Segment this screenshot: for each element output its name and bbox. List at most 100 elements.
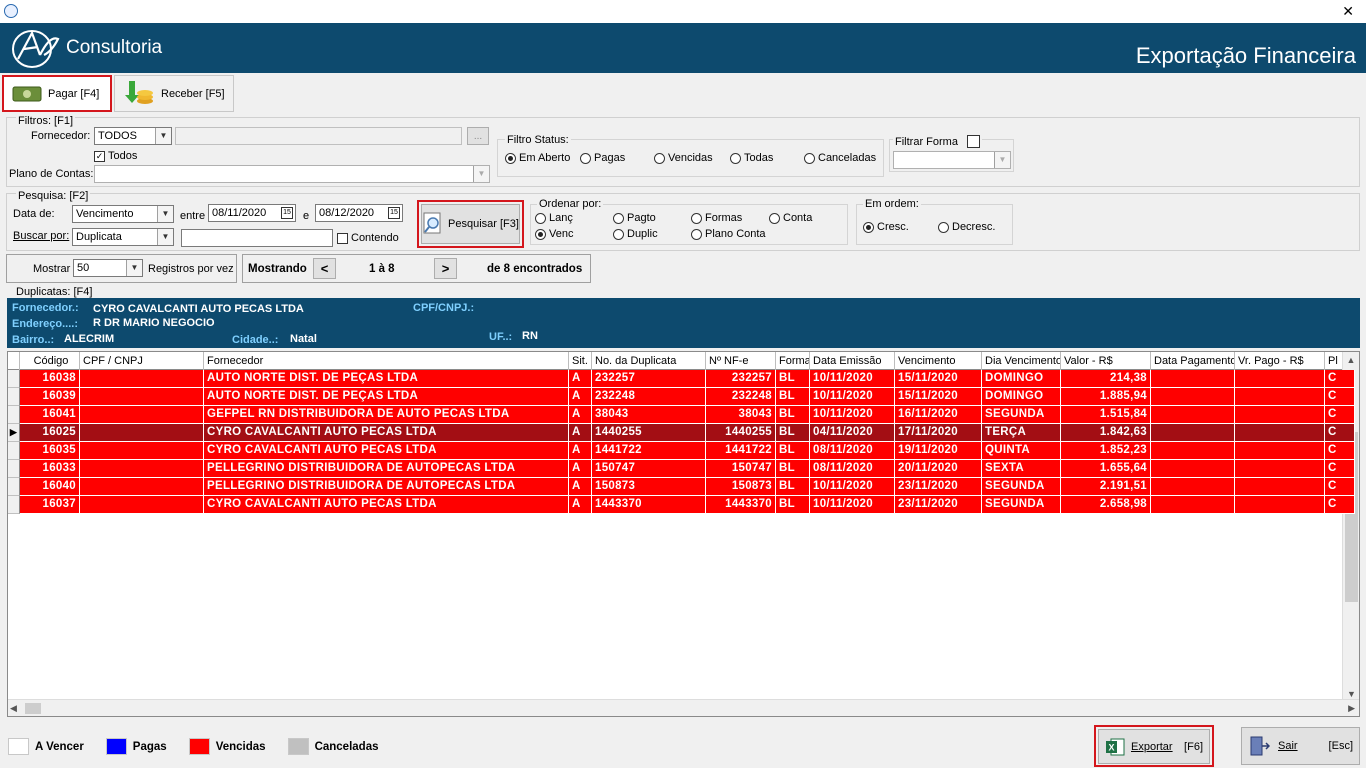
cidade-key: Cidade..: <box>232 334 279 346</box>
tab-pagar[interactable]: Pagar [F4] <box>2 75 112 112</box>
table-row[interactable]: 16037 CYRO CAVALCANTI AUTO PECAS LTDA A 144… <box>8 496 1355 514</box>
chevron-right-icon[interactable]: ▶ <box>1348 703 1355 714</box>
prev-page-button[interactable]: < <box>313 258 336 279</box>
table-cell: 16033 <box>20 460 80 478</box>
order-plano-conta[interactable]: Plano Conta <box>691 228 766 240</box>
search-text-input[interactable] <box>181 229 333 247</box>
table-row[interactable]: 16038 AUTO NORTE DIST. DE PEÇAS LTDA A 2322… <box>8 370 1355 388</box>
table-cell: 2.191,51 <box>1061 478 1151 496</box>
order-group-label: Ordenar por: <box>537 198 604 210</box>
order-lanc[interactable]: Lanç <box>535 212 573 224</box>
order-pagto-label: Pagto <box>627 212 656 224</box>
sort-decresc[interactable]: Decresc. <box>938 221 995 233</box>
column-header[interactable]: Nº NF-e <box>706 352 776 370</box>
export-button[interactable]: X Exportar [F6] <box>1098 729 1210 764</box>
per-page-label: Registros por vez <box>148 263 234 275</box>
column-header[interactable]: Código <box>20 352 80 370</box>
column-header[interactable]: No. da Duplicata <box>592 352 706 370</box>
table-cell: SEXTA <box>982 460 1061 478</box>
table-cell: 23/11/2020 <box>895 478 982 496</box>
data-de-select[interactable]: Vencimento ▼ <box>72 205 174 223</box>
column-header[interactable]: CPF / CNPJ <box>80 352 204 370</box>
table-row[interactable]: 16039 AUTO NORTE DIST. DE PEÇAS LTDA A 2322… <box>8 388 1355 406</box>
table-cell <box>80 442 204 460</box>
page-size-select[interactable]: 50 ▼ <box>73 259 143 277</box>
buscar-select[interactable]: Duplicata ▼ <box>72 228 174 246</box>
duplicatas-table[interactable]: Código CPF / CNPJ Fornecedor Sit. No. da Dup… <box>7 351 1360 717</box>
export-button-key: [F6] <box>1184 740 1203 753</box>
forma-checkbox[interactable]: Filtrar Forma <box>893 135 982 148</box>
table-cell <box>1235 478 1325 496</box>
column-header[interactable]: Data Pagamento <box>1151 352 1235 370</box>
order-duplic[interactable]: Duplic <box>613 228 658 240</box>
row-indicator <box>8 388 20 406</box>
buscar-value: Duplicata <box>76 231 122 243</box>
column-header[interactable]: Forma <box>776 352 810 370</box>
column-header[interactable]: Fornecedor <box>204 352 569 370</box>
column-header[interactable]: Data Emissão <box>810 352 895 370</box>
column-header[interactable]: Sit. <box>569 352 592 370</box>
table-cell: 10/11/2020 <box>810 496 895 514</box>
radio-icon <box>804 152 815 164</box>
search-button[interactable]: Pesquisar [F3] <box>421 204 520 244</box>
table-cell: A <box>569 406 592 424</box>
column-header[interactable]: Dia Vencimento <box>982 352 1061 370</box>
table-cell: 04/11/2020 <box>810 424 895 442</box>
table-cell: SEGUNDA <box>982 406 1061 424</box>
calendar-icon: 15 <box>388 207 400 219</box>
table-cell <box>80 370 204 388</box>
close-icon[interactable]: ✕ <box>1342 3 1354 20</box>
tab-receber[interactable]: Receber [F5] <box>114 75 234 112</box>
table-row[interactable]: 16035 CYRO CAVALCANTI AUTO PECAS LTDA A 144… <box>8 442 1355 460</box>
table-cell: 232257 <box>592 370 706 388</box>
cidade-value: Natal <box>290 333 317 345</box>
status-em-aberto[interactable]: Em Aberto <box>505 152 570 164</box>
chevron-down-icon[interactable]: ▼ <box>1343 689 1359 699</box>
table-row[interactable]: 16041 GEFPEL RN DISTRIBUIDORA DE AUTO PEC… <box>8 406 1355 424</box>
sort-cresc[interactable]: Cresc. <box>863 221 909 233</box>
table-cell: A <box>569 388 592 406</box>
legend-item: A Vencer <box>8 738 84 755</box>
table-row[interactable]: 16040 PELLEGRINO DISTRIBUIDORA DE AUTOPEC… <box>8 478 1355 496</box>
legend: A Vencer Pagas Vencidas Canceladas <box>8 738 379 755</box>
order-venc[interactable]: Venc <box>535 228 573 240</box>
legend-label: Canceladas <box>314 740 379 753</box>
status-todas[interactable]: Todas <box>730 152 773 164</box>
scrollbar-thumb[interactable] <box>25 703 41 714</box>
table-cell: 232248 <box>592 388 706 406</box>
status-canceladas[interactable]: Canceladas <box>804 152 876 164</box>
column-header[interactable]: Vr. Pago - R$ <box>1235 352 1325 370</box>
plano-select[interactable]: ▼ <box>94 165 490 183</box>
entre-label: entre <box>180 210 206 222</box>
table-row[interactable]: 16033 PELLEGRINO DISTRIBUIDORA DE AUTOPEC… <box>8 460 1355 478</box>
order-lanc-label: Lanç <box>549 212 573 224</box>
status-vencidas[interactable]: Vencidas <box>654 152 713 164</box>
date-from-input[interactable]: 08/11/2020 15 <box>208 204 296 222</box>
chevron-up-icon[interactable]: ▲ <box>1343 352 1359 369</box>
exit-button[interactable]: Sair [Esc] <box>1241 727 1360 765</box>
chevron-left-icon[interactable]: ◀ <box>10 703 17 714</box>
table-cell: BL <box>776 442 810 460</box>
table-row[interactable]: ▶ 16025 CYRO CAVALCANTI AUTO PECAS LTDA A 14… <box>8 424 1355 442</box>
horizontal-scrollbar[interactable]: ◀ ▶ <box>8 699 1359 716</box>
table-cell <box>1235 370 1325 388</box>
todos-checkbox[interactable]: ✓ Todos <box>94 150 137 162</box>
table-cell: 10/11/2020 <box>810 388 895 406</box>
browse-button[interactable]: ... <box>467 127 489 145</box>
status-pagas[interactable]: Pagas <box>580 152 625 164</box>
fornecedor-key: Fornecedor.: <box>12 302 79 314</box>
table-cell: BL <box>776 496 810 514</box>
contendo-checkbox[interactable]: Contendo <box>337 232 399 244</box>
column-header[interactable]: Vencimento <box>895 352 982 370</box>
order-conta[interactable]: Conta <box>769 212 812 224</box>
fornecedor-select[interactable]: TODOS ▼ <box>94 127 172 145</box>
chevron-down-icon: ▼ <box>157 229 173 245</box>
date-to-input[interactable]: 08/12/2020 15 <box>315 204 403 222</box>
next-page-button[interactable]: > <box>434 258 457 279</box>
radio-icon <box>535 228 546 240</box>
order-pagto[interactable]: Pagto <box>613 212 656 224</box>
column-header[interactable]: Valor - R$ <box>1061 352 1151 370</box>
table-cell: CYRO CAVALCANTI AUTO PECAS LTDA <box>204 496 569 514</box>
order-formas[interactable]: Formas <box>691 212 742 224</box>
logo-icon <box>12 30 60 68</box>
